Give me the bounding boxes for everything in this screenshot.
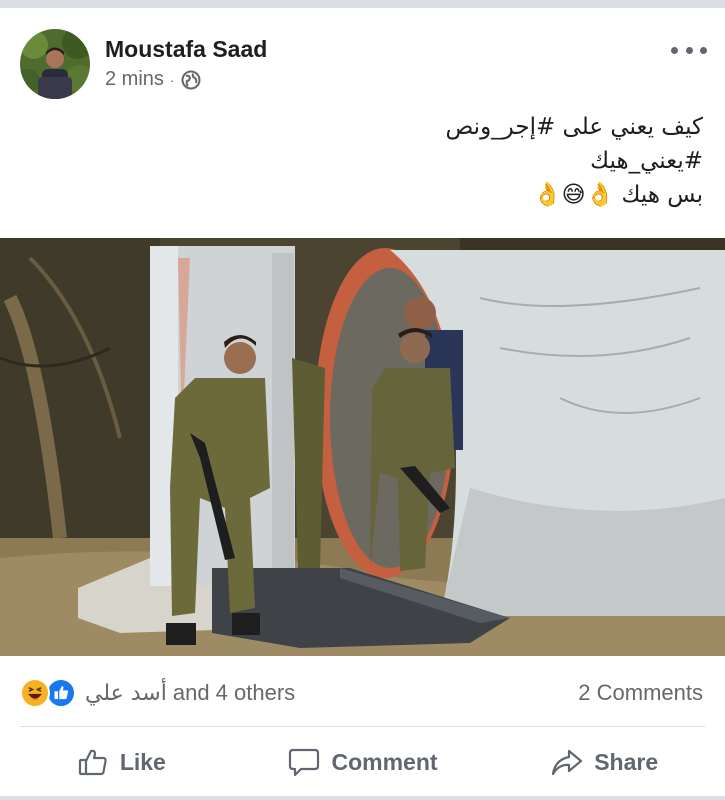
like-reaction-icon bbox=[46, 678, 76, 708]
reaction-summary[interactable]: أسد علي and 4 others bbox=[85, 680, 295, 706]
post-meta: 2 mins · bbox=[105, 68, 201, 91]
meta-separator: · bbox=[169, 71, 175, 88]
haha-reaction-icon bbox=[20, 678, 50, 708]
author-name[interactable]: Moustafa Saad bbox=[105, 36, 267, 63]
post-text: كيف يعني على #إجر_ونص #يعني_هيك بس هيك 👌… bbox=[43, 110, 703, 212]
post-photo[interactable] bbox=[0, 238, 725, 656]
action-bar: Like Comment Share bbox=[0, 728, 725, 796]
post-text-line[interactable]: #يعني_هيك bbox=[43, 144, 703, 178]
more-dot-icon bbox=[685, 46, 693, 54]
post-time[interactable]: 2 mins bbox=[105, 68, 164, 91]
author-avatar[interactable] bbox=[20, 29, 90, 99]
like-label: Like bbox=[119, 748, 166, 775]
comment-bubble-icon bbox=[289, 748, 320, 777]
share-label: Share bbox=[594, 748, 659, 775]
reactions-row: أسد علي and 4 others 2 Comments bbox=[0, 668, 725, 718]
post-text-line: بس هيك 👌😅👌 bbox=[532, 182, 703, 208]
share-button[interactable]: Share bbox=[483, 728, 725, 796]
top-separator bbox=[0, 0, 725, 8]
post-header: Moustafa Saad 2 mins · bbox=[0, 8, 725, 108]
reactors-others: and 4 others bbox=[172, 680, 296, 705]
post-text-line: كيف يعني على #إجر_ونص bbox=[445, 114, 703, 140]
comment-label: Comment bbox=[331, 748, 438, 775]
bottom-separator bbox=[0, 796, 725, 800]
more-dot-icon bbox=[671, 46, 678, 54]
reactor-name: أسد علي bbox=[85, 681, 167, 706]
share-arrow-icon bbox=[552, 749, 583, 776]
thumbs-up-icon bbox=[78, 749, 107, 776]
globe-icon[interactable] bbox=[181, 70, 201, 90]
comments-count[interactable]: 2 Comments bbox=[578, 680, 703, 706]
like-button[interactable]: Like bbox=[0, 728, 242, 796]
comment-button[interactable]: Comment bbox=[242, 728, 484, 796]
more-options-button[interactable] bbox=[671, 38, 707, 62]
more-dot-icon bbox=[700, 46, 707, 54]
divider bbox=[20, 726, 705, 727]
reaction-icons[interactable] bbox=[20, 678, 78, 708]
